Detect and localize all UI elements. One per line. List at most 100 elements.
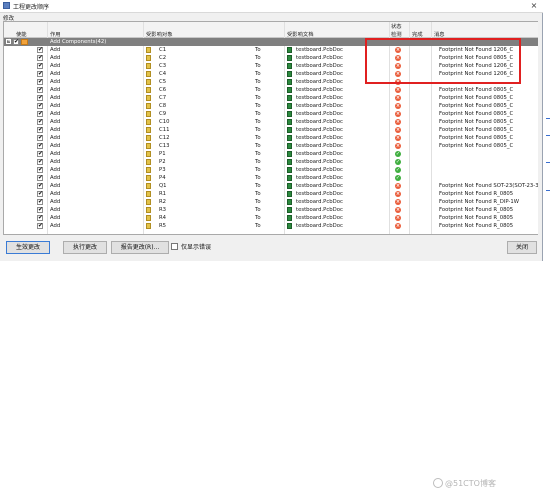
message-cell: Footprint Not Found R_0805	[439, 223, 514, 229]
check-column-header[interactable]: 检测	[391, 30, 402, 38]
table-row[interactable]: ✔ Add C7 To testboard.PcbDoc × Footprint Not F…	[4, 94, 539, 102]
close-button[interactable]: 关闭	[507, 241, 537, 254]
execute-changes-button[interactable]: 执行更改	[63, 241, 107, 254]
message-cell: Footprint Not Found R_0805	[439, 207, 514, 213]
enable-checkbox[interactable]: ✔	[37, 183, 43, 189]
group-enable-checkbox[interactable]: ✔	[13, 39, 19, 45]
component-icon	[146, 135, 151, 141]
pcb-document-icon	[287, 63, 292, 69]
enable-checkbox[interactable]: ✔	[37, 47, 43, 53]
check-error-icon: ×	[395, 191, 401, 197]
close-icon[interactable]: ×	[528, 0, 540, 11]
header-row-top: 状态	[4, 22, 539, 30]
message-cell: Footprint Not Found 0805_C	[439, 87, 514, 93]
affected-document-column-header[interactable]: 受影响文档	[287, 30, 314, 38]
done-column-header[interactable]: 完成	[412, 30, 423, 38]
validate-changes-button[interactable]: 生效更改	[6, 241, 50, 254]
affected-document-cell: testboard.PcbDoc	[296, 47, 343, 53]
table-row[interactable]: ✔ Add P4 To testboard.PcbDoc ✓	[4, 174, 539, 182]
enable-checkbox[interactable]: ✔	[37, 159, 43, 165]
table-row[interactable]: ✔ Add C8 To testboard.PcbDoc × Footprint Not F…	[4, 102, 539, 110]
expand-icon[interactable]: +	[6, 39, 11, 44]
enable-checkbox[interactable]: ✔	[37, 191, 43, 197]
pcb-document-icon	[287, 135, 292, 141]
table-row[interactable]: ✔ Add C13 To testboard.PcbDoc × Footprint Not …	[4, 142, 539, 150]
affected-object-cell: R3	[159, 207, 167, 213]
table-row[interactable]: ✔ Add Q1 To testboard.PcbDoc × Footprint Not F…	[4, 182, 539, 190]
affected-document-cell: testboard.PcbDoc	[296, 175, 343, 181]
enable-checkbox[interactable]: ✔	[37, 135, 43, 141]
component-icon	[146, 87, 151, 93]
action-cell: Add	[50, 223, 61, 229]
table-row[interactable]: ✔ Add P2 To testboard.PcbDoc ✓	[4, 158, 539, 166]
action-column-header[interactable]: 作用	[50, 30, 61, 38]
enable-checkbox[interactable]: ✔	[37, 95, 43, 101]
report-changes-button[interactable]: 报告更改(R)...	[111, 241, 169, 254]
enable-checkbox[interactable]: ✔	[37, 79, 43, 85]
pcb-document-icon	[287, 191, 292, 197]
enable-checkbox[interactable]: ✔	[37, 63, 43, 69]
component-icon	[146, 71, 151, 77]
pcb-document-icon	[287, 183, 292, 189]
affected-object-cell: C1	[159, 47, 167, 53]
check-ok-icon: ✓	[395, 175, 401, 181]
enable-checkbox[interactable]: ✔	[37, 215, 43, 221]
affected-object-cell: C3	[159, 63, 167, 69]
table-row[interactable]: ✔ Add R1 To testboard.PcbDoc × Footprint Not F…	[4, 190, 539, 198]
table-row[interactable]: ✔ Add C12 To testboard.PcbDoc × Footprint Not …	[4, 134, 539, 142]
to-cell: To	[255, 191, 261, 197]
pcb-document-icon	[287, 175, 292, 181]
component-icon	[146, 215, 151, 221]
affected-object-column-header[interactable]: 受影响对象	[146, 30, 173, 38]
action-cell: Add	[50, 151, 61, 157]
action-cell: Add	[50, 63, 61, 69]
check-error-icon: ×	[395, 87, 401, 93]
pcb-document-icon	[287, 103, 292, 109]
message-cell: Footprint Not Found 0805_C	[439, 95, 514, 101]
table-row[interactable]: ✔ Add R5 To testboard.PcbDoc × Footprint Not F…	[4, 222, 539, 230]
to-cell: To	[255, 111, 261, 117]
component-icon	[146, 127, 151, 133]
enable-checkbox[interactable]: ✔	[37, 143, 43, 149]
enable-checkbox[interactable]: ✔	[37, 71, 43, 77]
to-cell: To	[255, 167, 261, 173]
table-row[interactable]: ✔ Add C9 To testboard.PcbDoc × Footprint Not F…	[4, 110, 539, 118]
enable-checkbox[interactable]: ✔	[37, 119, 43, 125]
table-row[interactable]: ✔ Add P1 To testboard.PcbDoc ✓	[4, 150, 539, 158]
action-cell: Add	[50, 127, 61, 133]
affected-object-cell: C11	[159, 127, 170, 133]
table-row[interactable]: ✔ Add C11 To testboard.PcbDoc × Footprint Not …	[4, 126, 539, 134]
enable-checkbox[interactable]: ✔	[37, 111, 43, 117]
enable-checkbox[interactable]: ✔	[37, 199, 43, 205]
enable-checkbox[interactable]: ✔	[37, 175, 43, 181]
table-row[interactable]: ✔ Add C6 To testboard.PcbDoc × Footprint Not F…	[4, 86, 539, 94]
affected-document-cell: testboard.PcbDoc	[296, 63, 343, 69]
table-row[interactable]: ✔ Add C10 To testboard.PcbDoc × Footprint Not …	[4, 118, 539, 126]
only-show-errors-checkbox[interactable]	[171, 243, 178, 250]
affected-document-cell: testboard.PcbDoc	[296, 111, 343, 117]
enable-checkbox[interactable]: ✔	[37, 103, 43, 109]
enable-checkbox[interactable]: ✔	[37, 207, 43, 213]
table-row[interactable]: ✔ Add R3 To testboard.PcbDoc × Footprint Not F…	[4, 206, 539, 214]
to-cell: To	[255, 71, 261, 77]
table-row[interactable]: ✔ Add R2 To testboard.PcbDoc × Footprint Not F…	[4, 198, 539, 206]
table-row[interactable]: ✔ Add P3 To testboard.PcbDoc ✓	[4, 166, 539, 174]
affected-object-cell: P4	[159, 175, 166, 181]
enable-checkbox[interactable]: ✔	[37, 167, 43, 173]
message-cell: Footprint Not Found SOT-23(SOT-23-3)	[439, 183, 540, 189]
affected-document-cell: testboard.PcbDoc	[296, 119, 343, 125]
enable-checkbox[interactable]: ✔	[37, 151, 43, 157]
message-column-header[interactable]: 消息	[434, 30, 445, 38]
action-cell: Add	[50, 143, 61, 149]
enable-checkbox[interactable]: ✔	[37, 223, 43, 229]
affected-object-cell: C4	[159, 71, 167, 77]
enable-column-header[interactable]: 使能	[16, 30, 27, 38]
action-cell: Add	[50, 207, 61, 213]
message-cell: Footprint Not Found R_DIP-1W	[439, 199, 519, 205]
enable-checkbox[interactable]: ✔	[37, 87, 43, 93]
table-row[interactable]: ✔ Add R4 To testboard.PcbDoc × Footprint Not F…	[4, 214, 539, 222]
affected-object-cell: C7	[159, 95, 167, 101]
enable-checkbox[interactable]: ✔	[37, 127, 43, 133]
vertical-scrollbar[interactable]	[538, 21, 542, 235]
enable-checkbox[interactable]: ✔	[37, 55, 43, 61]
